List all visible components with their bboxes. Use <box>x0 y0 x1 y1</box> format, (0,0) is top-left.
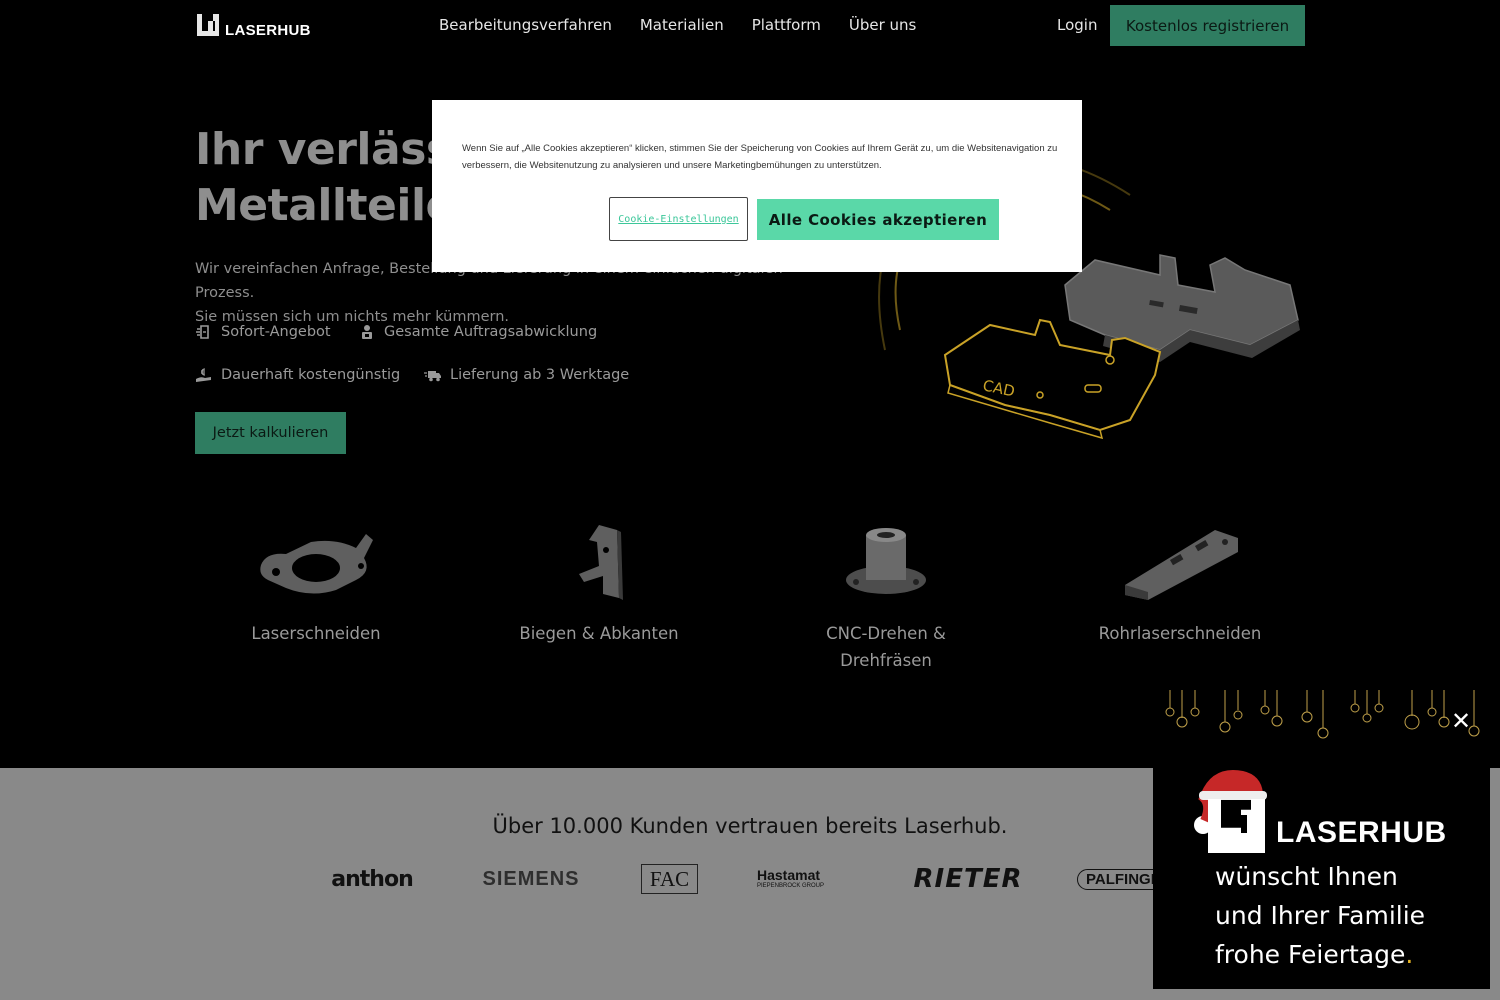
service-label: Biegen & Abkanten <box>519 624 679 643</box>
customer-logo-anthon: anthon <box>321 862 423 896</box>
service-label: Rohrlaserschneiden <box>1098 624 1262 643</box>
holiday-message-line2: und Ihrer Familie <box>1215 901 1426 930</box>
nav-materialien[interactable]: Materialien <box>640 16 724 34</box>
feature-label: Lieferung ab 3 Werktage <box>450 367 630 383</box>
feature-item: Dauerhaft kostengünstig <box>195 366 400 384</box>
logo-text: RIETER <box>913 864 1023 894</box>
site-logo[interactable]: LASERHUB <box>195 12 311 38</box>
holiday-dot: . <box>1405 940 1414 969</box>
bent-part-icon <box>579 525 623 600</box>
cookie-consent-dialog: Wenn Sie auf „Alle Cookies akzeptieren“ … <box>432 100 1082 272</box>
instant-quote-icon <box>195 323 213 341</box>
holiday-message: wünscht Ihnen und Ihrer Familie frohe Fe… <box>1215 857 1475 974</box>
service-cnc-drehen[interactable]: CNC-Drehen & Drehfräsen <box>806 520 966 674</box>
close-holiday-popup-button[interactable]: ✕ <box>1449 709 1473 733</box>
logo-text: PALFINGER <box>1077 868 1157 890</box>
ornaments-decoration <box>1165 690 1480 739</box>
logo-subtext: PIEPENBROCK GROUP <box>757 883 825 889</box>
register-button[interactable]: Kostenlos registrieren <box>1110 5 1305 46</box>
laser-cut-part-icon <box>260 534 373 594</box>
hero-title-line2: Metallteile <box>195 180 455 231</box>
feature-label: Dauerhaft kostengünstig <box>221 367 401 383</box>
main-nav: Bearbeitungsverfahren Materialien Plattf… <box>439 16 916 34</box>
cookie-text: Wenn Sie auf „Alle Cookies akzeptieren“ … <box>462 143 1058 171</box>
service-rohrlaserschneiden[interactable]: Rohrlaserschneiden <box>1085 520 1275 647</box>
logo-text: anthon <box>331 866 413 892</box>
holiday-message-line3: frohe Feiertage <box>1215 940 1406 969</box>
site-header: LASERHUB Bearbeitungsverfahren Materiali… <box>0 0 1500 52</box>
customer-logo-palfinger: PALFINGER <box>1077 862 1157 896</box>
nav-plattform[interactable]: Plattform <box>752 16 821 34</box>
santa-hat-logo-icon <box>1194 769 1267 853</box>
holiday-message-line1: wünscht Ihnen <box>1215 862 1398 891</box>
cookie-settings-button[interactable]: Cookie-Einstellungen <box>609 197 748 241</box>
order-handling-icon <box>358 323 376 341</box>
service-label-line2: Drehfräsen <box>840 651 932 670</box>
hero-title: Ihr verlässl Metallteile <box>195 122 467 234</box>
nav-bearbeitungsverfahren[interactable]: Bearbeitungsverfahren <box>439 16 612 34</box>
feature-item: Sofort-Angebot <box>195 323 331 341</box>
tube-cut-part-icon <box>1125 530 1238 600</box>
feature-item: Gesamte Auftragsabwicklung <box>358 323 597 341</box>
laserhub-logo-icon <box>197 14 219 36</box>
logo-text: FAC <box>649 866 690 891</box>
delivery-truck-icon <box>424 366 442 384</box>
feature-label: Sofort-Angebot <box>221 324 331 340</box>
logo-text: Hastamat <box>757 867 821 883</box>
nav-ueber-uns[interactable]: Über uns <box>849 16 917 34</box>
cost-hand-icon <box>195 366 213 384</box>
customer-logo-rieter: RIETER <box>914 862 1022 896</box>
service-laserschneiden[interactable]: Laserschneiden <box>236 520 396 647</box>
logo-text: SIEMENS <box>482 867 580 890</box>
customer-logo-hastamat: Hastamat PIEPENBROCK GROUP <box>757 862 859 896</box>
hero-title-line1: Ihr verlässl <box>195 124 467 175</box>
feature-item: Lieferung ab 3 Werktage <box>424 366 629 384</box>
service-label-line1: CNC-Drehen & <box>826 624 946 643</box>
holiday-greeting-popup: LASERHUB wünscht Ihnen und Ihrer Familie… <box>1153 745 1490 989</box>
customer-logo-fac: FAC <box>641 864 698 894</box>
feature-label: Gesamte Auftragsabwicklung <box>384 324 598 340</box>
accept-all-cookies-button[interactable]: Alle Cookies akzeptieren <box>757 199 999 240</box>
holiday-brand: LASERHUB <box>1276 816 1447 849</box>
logo-text: LASERHUB <box>225 22 311 39</box>
service-label: Laserschneiden <box>251 624 381 643</box>
cnc-turned-part-icon <box>846 528 926 594</box>
service-biegen-abkanten[interactable]: Biegen & Abkanten <box>509 520 689 647</box>
login-link[interactable]: Login <box>1057 16 1097 34</box>
customer-logo-siemens: SIEMENS <box>481 862 581 896</box>
calculate-button[interactable]: Jetzt kalkulieren <box>195 412 346 454</box>
